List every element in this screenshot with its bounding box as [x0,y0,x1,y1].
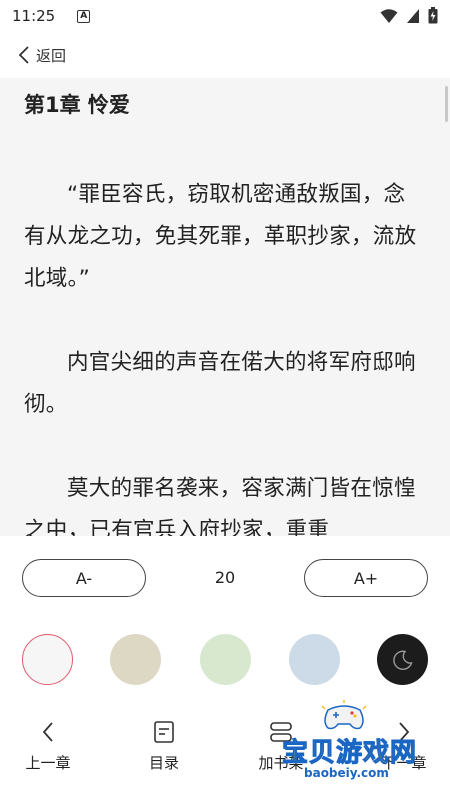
font-decrease-button[interactable]: A- [22,559,146,597]
bookshelf-icon [270,722,292,742]
font-increase-button[interactable]: A+ [304,559,428,597]
wifi-icon [380,8,398,23]
font-size-row: A- 20 A+ [22,559,428,597]
status-bar: 11:25 A [0,0,450,32]
next-chapter-label: 下一章 [381,754,427,772]
back-label: 返回 [36,46,67,65]
chevron-left-icon [42,722,53,742]
status-time: 11:25 [12,7,56,25]
scrollbar[interactable] [445,86,448,122]
add-bookshelf-label: 加书架 [258,754,304,772]
chevron-left-icon [18,46,29,64]
next-chapter-button[interactable]: 下一章 [364,716,444,776]
signal-icon [407,8,419,23]
back-button[interactable]: 返回 [18,45,66,66]
theme-green-button[interactable] [200,634,251,685]
paragraph: “罪臣容氏，窃取机密通敌叛国，念有从龙之功，免其死罪，革职抄家，流放北域。” [24,182,417,291]
add-bookshelf-button[interactable]: 加书架 [241,716,321,776]
reading-area[interactable]: 第1章 怜爱 “罪臣容氏，窃取机密通敌叛国，念有从龙之功，免其死罪，革职抄家，流… [0,78,450,536]
reader-settings-panel: A- 20 A+ 上一章 目录 加书架 下一章 [0,536,450,800]
chapter-nav: 上一章 目录 加书架 下一章 [0,716,450,776]
paragraph: 莫大的罪名袭来，容家满门皆在惊惶之中，已有官兵入府抄家，重重 [24,476,416,536]
prev-chapter-label: 上一章 [25,754,71,772]
theme-blue-button[interactable] [289,634,340,685]
status-icons [380,7,438,24]
chevron-right-icon [399,722,410,742]
theme-parchment-button[interactable] [110,634,161,685]
theme-white-button[interactable] [22,634,73,685]
chapter-title: 第1章 怜爱 [24,93,130,117]
theme-night-button[interactable] [377,634,428,685]
paragraph: 内官尖细的声音在偌大的将军府邸响彻。 [24,350,416,417]
theme-row [22,634,428,686]
top-nav: 返回 [0,32,450,78]
catalog-label: 目录 [148,754,179,772]
prev-chapter-button[interactable]: 上一章 [8,716,88,776]
catalog-button[interactable]: 目录 [124,716,204,776]
notification-icon: A [77,9,91,23]
moon-icon [392,650,413,670]
catalog-icon [154,721,174,743]
battery-icon [428,7,438,24]
